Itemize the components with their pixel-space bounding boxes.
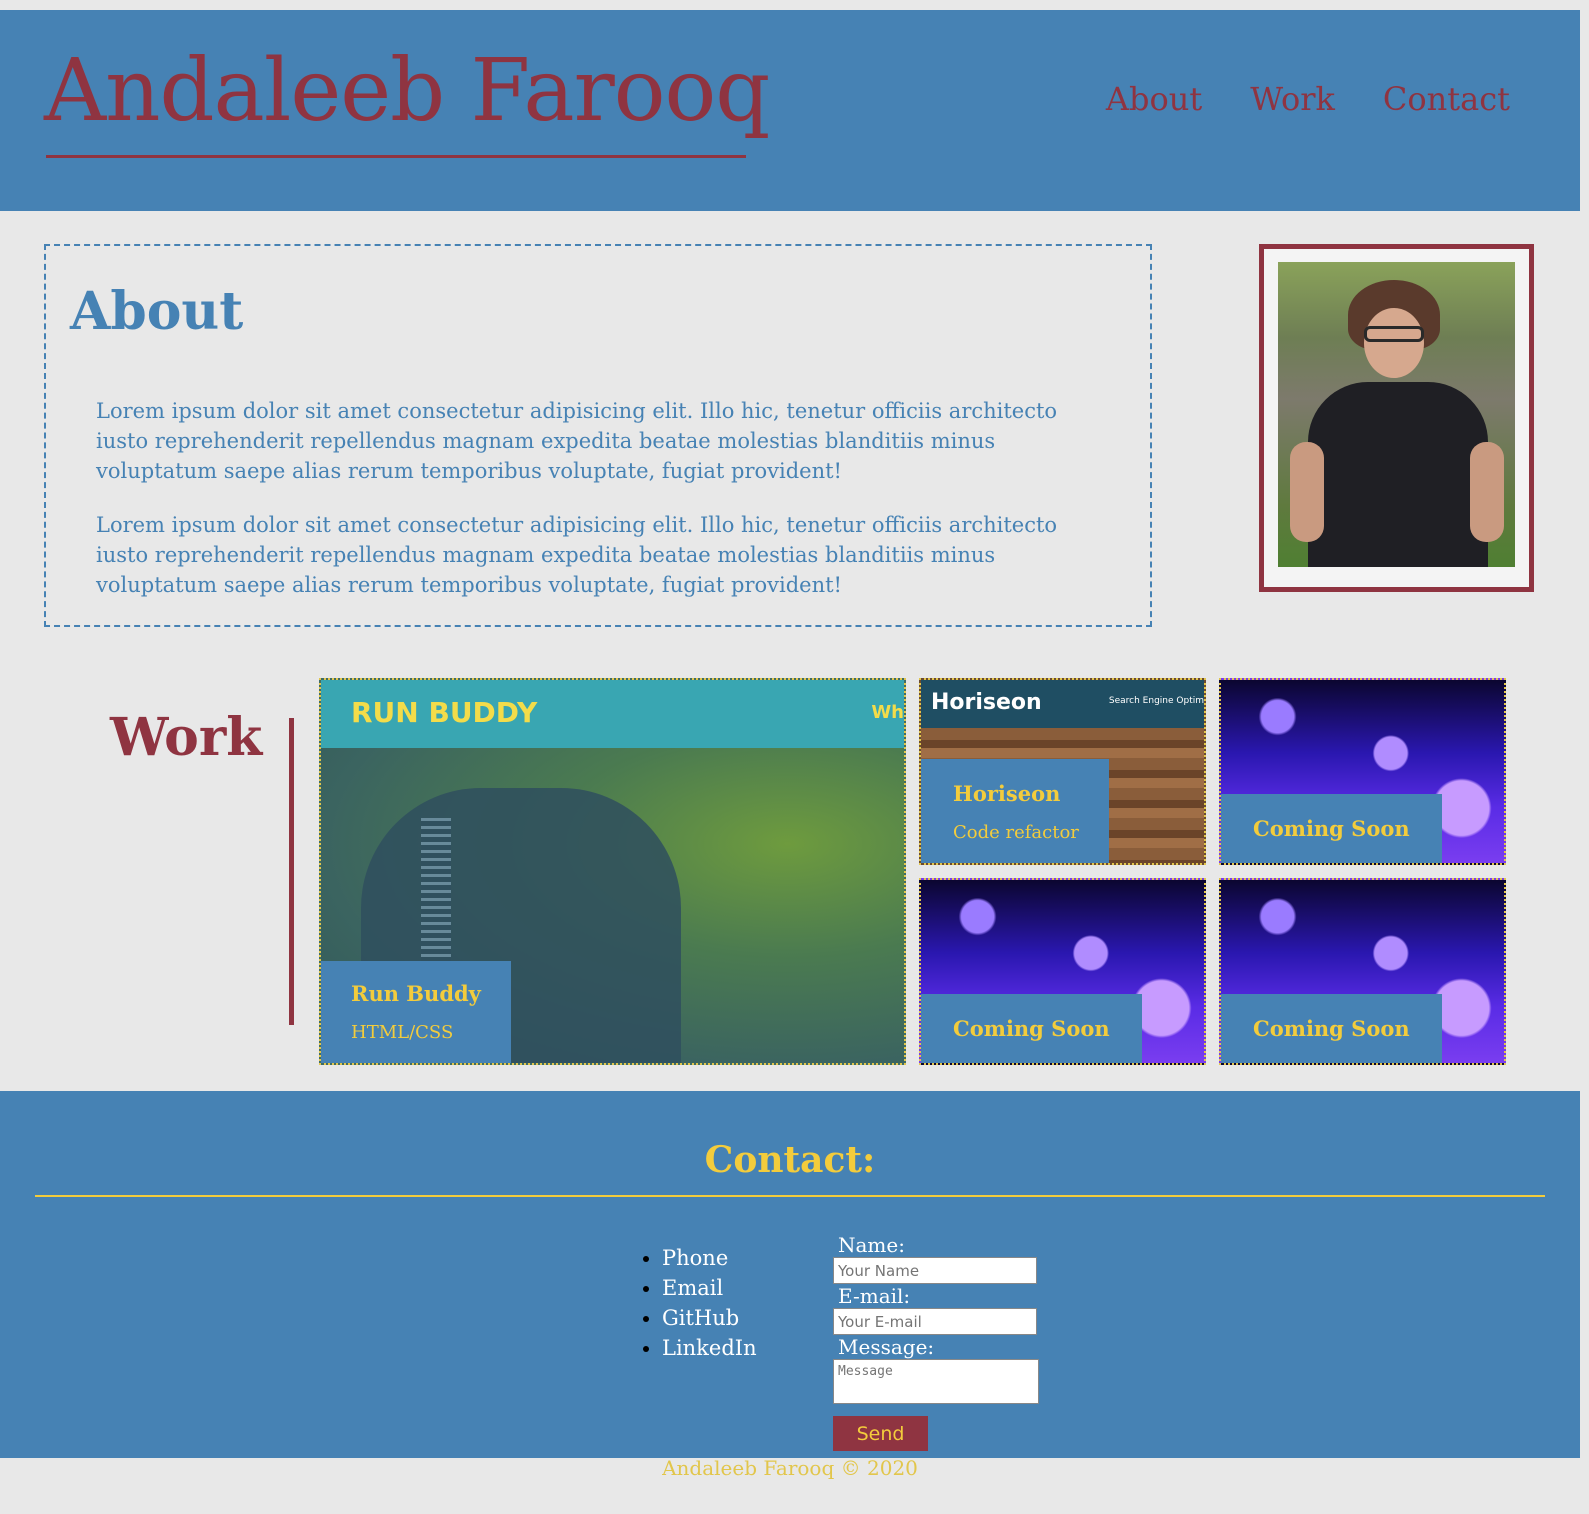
- project-card-coming-soon-1[interactable]: Coming Soon: [1219, 678, 1506, 865]
- name-input[interactable]: [833, 1257, 1037, 1284]
- nav-about-link[interactable]: About: [1106, 80, 1202, 118]
- project-label: Horiseon Code refactor: [921, 759, 1109, 863]
- project-title: Coming Soon: [953, 1016, 1110, 1041]
- message-label: Message:: [838, 1335, 935, 1359]
- email-input[interactable]: [833, 1308, 1037, 1335]
- project-label: Coming Soon: [921, 994, 1142, 1063]
- project-subtitle: Code refactor: [953, 822, 1079, 843]
- contact-form: Name: E-mail: Message: Send: [833, 1233, 1043, 1451]
- contact-link-email[interactable]: Email: [662, 1273, 757, 1303]
- contact-link-linkedin[interactable]: LinkedIn: [662, 1333, 757, 1363]
- work-divider: [289, 718, 294, 1025]
- contact-links: Phone Email GitHub LinkedIn: [640, 1243, 757, 1363]
- contact-link-github[interactable]: GitHub: [662, 1303, 757, 1333]
- project-card-coming-soon-3[interactable]: Coming Soon: [1219, 878, 1506, 1065]
- contact-heading: Contact:: [704, 1139, 876, 1181]
- contact-divider: [35, 1195, 1545, 1197]
- email-label: E-mail:: [838, 1284, 911, 1308]
- about-heading: About: [70, 281, 244, 342]
- site-title[interactable]: Andaleeb Farooq: [44, 48, 770, 134]
- project-title: Horiseon: [953, 781, 1061, 806]
- contact-link-phone[interactable]: Phone: [662, 1243, 757, 1273]
- project-title: Coming Soon: [1253, 1016, 1410, 1041]
- nav-work-link[interactable]: Work: [1250, 80, 1335, 118]
- run-buddy-screenshot-logo: RUN BUDDY: [351, 696, 538, 729]
- project-label: Coming Soon: [1221, 994, 1442, 1063]
- project-subtitle: HTML/CSS: [351, 1022, 454, 1043]
- horiseon-screenshot-nav: Search Engine Optim: [1108, 696, 1204, 706]
- profile-photo: [1278, 262, 1515, 567]
- main-nav: About Work Contact: [1106, 80, 1510, 118]
- run-buddy-screenshot-header: RUN BUDDY Wh: [321, 680, 904, 748]
- horiseon-screenshot-logo: Horiseon: [931, 690, 1042, 715]
- project-card-horiseon[interactable]: Horiseon Search Engine Optim Horiseon Co…: [919, 678, 1206, 865]
- project-label: Coming Soon: [1221, 794, 1442, 863]
- contact-section: Contact: Phone Email GitHub LinkedIn Nam…: [0, 1091, 1580, 1458]
- send-button[interactable]: Send: [833, 1416, 928, 1451]
- run-buddy-screenshot-nav: Wh: [871, 702, 904, 723]
- name-label: Name:: [838, 1233, 905, 1257]
- about-paragraph-2: Lorem ipsum dolor sit amet consectetur a…: [96, 513, 1058, 597]
- title-underline: [46, 155, 746, 158]
- footer-copyright: Andaleeb Farooq © 2020: [662, 1456, 918, 1480]
- project-card-coming-soon-2[interactable]: Coming Soon: [919, 878, 1206, 1065]
- about-paragraph-1: Lorem ipsum dolor sit amet consectetur a…: [96, 399, 1058, 483]
- project-title: Coming Soon: [1253, 816, 1410, 841]
- message-textarea[interactable]: [833, 1359, 1039, 1404]
- work-heading: Work: [110, 707, 263, 768]
- profile-photo-frame: [1259, 244, 1534, 592]
- nav-contact-link[interactable]: Contact: [1383, 80, 1510, 118]
- project-label: Run Buddy HTML/CSS: [321, 961, 511, 1063]
- project-title: Run Buddy: [351, 981, 481, 1006]
- site-header: Andaleeb Farooq About Work Contact: [0, 10, 1580, 211]
- project-card-run-buddy[interactable]: RUN BUDDY Wh Run Buddy HTML/CSS: [319, 678, 906, 1065]
- about-text: Lorem ipsum dolor sit amet consectetur a…: [96, 396, 1106, 624]
- horiseon-screenshot-header: Horiseon Search Engine Optim: [921, 680, 1204, 728]
- about-section: About Lorem ipsum dolor sit amet consect…: [44, 244, 1152, 627]
